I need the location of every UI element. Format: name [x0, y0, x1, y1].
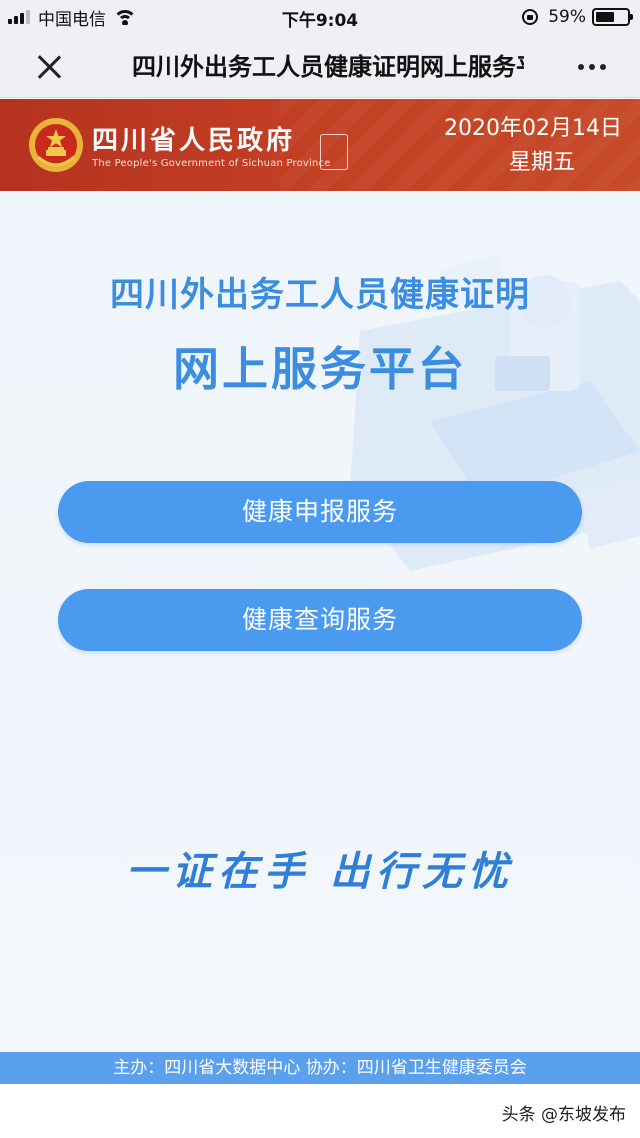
battery-percent: 59% — [548, 7, 586, 27]
slogan: 一证在手 出行无忧 — [126, 848, 514, 895]
main-content: 四川外出务工人员健康证明 网上服务平台 健康申报服务 健康查询服务 一证在手 出… — [0, 191, 640, 1052]
watermark: 头条 @东坡发布 — [501, 1105, 626, 1125]
seal-stamp — [320, 134, 348, 170]
orientation-lock-icon — [522, 9, 539, 25]
nav-bar: 四川外出务工人员健康证明网上服务平台 — [0, 34, 640, 98]
health-report-button[interactable]: 健康申报服务 — [58, 481, 582, 543]
health-query-button[interactable]: 健康查询服务 — [58, 589, 582, 651]
nav-title: 四川外出务工人员健康证明网上服务平台 — [132, 53, 524, 81]
gov-name: 四川省人民政府 — [92, 126, 296, 156]
gov-name-en: The People's Government of Sichuan Provi… — [92, 158, 331, 169]
banner-date: 2020年02月14日 — [444, 116, 622, 141]
page-title-line2: 网上服务平台 — [173, 342, 467, 396]
banner-weekday: 星期五 — [508, 150, 575, 175]
page-title-line1: 四川外出务工人员健康证明 — [110, 275, 530, 315]
footer-sponsors: 主办：四川省大数据中心 协办：四川省卫生健康委员会 — [0, 1052, 640, 1084]
national-emblem-icon — [29, 118, 83, 172]
status-bar: 中国电信 下午9:04 59% — [0, 0, 640, 34]
more-icon[interactable] — [573, 64, 606, 70]
health-illustration — [350, 253, 640, 571]
close-icon[interactable] — [32, 51, 66, 81]
status-right: 59% — [522, 6, 633, 28]
battery-icon — [592, 8, 633, 26]
